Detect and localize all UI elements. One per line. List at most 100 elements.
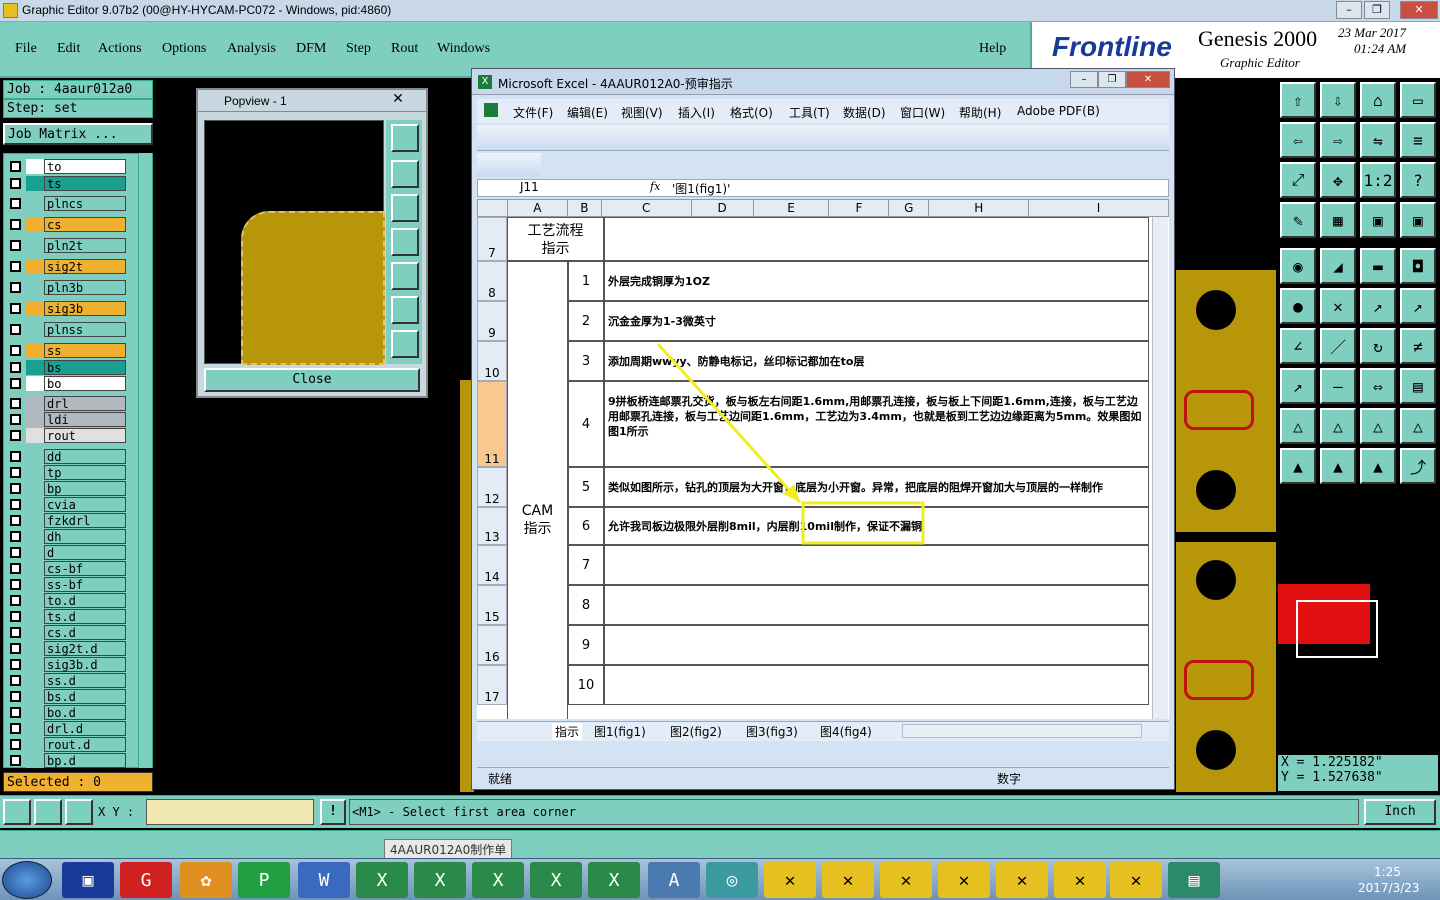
cell-c[interactable] (604, 585, 1149, 625)
layer-name[interactable]: drl.d (44, 721, 126, 736)
layer-name[interactable]: pln3b (44, 280, 126, 295)
layer-name[interactable]: ldi (44, 412, 126, 427)
layer-color-swatch[interactable] (26, 673, 44, 688)
layer-color-swatch[interactable] (26, 343, 44, 358)
layer-name[interactable]: plnss (44, 322, 126, 337)
layer-row[interactable]: tp (8, 465, 126, 480)
unit-button[interactable]: Inch (1364, 799, 1436, 825)
layer-row[interactable]: rout.d (8, 737, 126, 752)
layer-row[interactable]: plnss (8, 322, 126, 337)
layer-checkbox[interactable] (10, 198, 21, 209)
tool-button-icon[interactable]: ▭ (1400, 82, 1436, 118)
tool-button-icon[interactable]: ▤ (1400, 368, 1436, 404)
layer-checkbox[interactable] (10, 723, 21, 734)
layer-checkbox[interactable] (10, 675, 21, 686)
task-viewer-icon[interactable]: ◎ (706, 862, 758, 898)
layer-row[interactable]: cvia (8, 497, 126, 512)
layer-name[interactable]: cs-bf (44, 561, 126, 576)
layer-row[interactable]: sig2t.d (8, 641, 126, 656)
layer-checkbox[interactable] (10, 595, 21, 606)
layer-color-swatch[interactable] (26, 577, 44, 592)
layer-name[interactable]: ss (44, 343, 126, 358)
task-genesis-icon[interactable]: G (120, 862, 172, 898)
layer-name[interactable]: bo.d (44, 705, 126, 720)
layer-checkbox[interactable] (10, 345, 21, 356)
col-I[interactable]: I (1028, 199, 1169, 217)
layer-checkbox[interactable] (10, 563, 21, 574)
layer-color-swatch[interactable] (26, 513, 44, 528)
layer-row[interactable]: sig3b.d (8, 657, 126, 672)
layer-checkbox[interactable] (10, 547, 21, 558)
tool-button-icon[interactable]: ▬ (1360, 248, 1396, 284)
layer-color-swatch[interactable] (26, 217, 44, 232)
layer-color-swatch[interactable] (26, 561, 44, 576)
task-excel-3-icon[interactable]: X (472, 862, 524, 898)
task-excel-5-icon[interactable]: X (588, 862, 640, 898)
sheet-grid[interactable]: A B C D E F G H I 7 8 1 外层完成铜厚为1OZ 9 2 沉金金厚为1-… (477, 199, 1169, 719)
row-header[interactable]: 11 (477, 381, 507, 467)
excel-menu-edit[interactable]: 编辑(E) (567, 104, 608, 121)
excel-menu-format[interactable]: 格式(O) (730, 104, 773, 121)
tool-button-icon[interactable]: ↗ (1400, 288, 1436, 324)
layer-color-swatch[interactable] (26, 301, 44, 316)
tool-button-icon[interactable]: ◘ (1400, 248, 1436, 284)
layer-checkbox[interactable] (10, 161, 21, 172)
layer-checkbox[interactable] (10, 627, 21, 638)
layer-checkbox[interactable] (10, 282, 21, 293)
layer-color-swatch[interactable] (26, 196, 44, 211)
layer-name[interactable]: rout.d (44, 737, 126, 752)
layer-row[interactable]: fzkdrl (8, 513, 126, 528)
col-A[interactable]: A (506, 199, 568, 217)
layer-name[interactable]: sig2t.d (44, 641, 126, 656)
col-B[interactable]: B (566, 199, 602, 217)
layer-row[interactable]: bp (8, 481, 126, 496)
layer-name[interactable]: bp (44, 481, 126, 496)
cell-a-cam[interactable]: CAM指示 (507, 261, 568, 719)
layer-row[interactable]: ss.d (8, 673, 126, 688)
row-header[interactable]: 7 (477, 217, 507, 261)
layer-color-swatch[interactable] (26, 545, 44, 560)
layer-color-swatch[interactable] (26, 657, 44, 672)
layer-name[interactable]: sig3b.d (44, 657, 126, 672)
minimize-button[interactable]: – (1336, 1, 1362, 19)
tool-button-icon[interactable]: ≡ (1400, 122, 1436, 158)
cell-b[interactable]: 3 (568, 341, 604, 381)
tool-button-icon[interactable]: ✥ (1320, 162, 1356, 198)
task-excel-1-icon[interactable]: X (356, 862, 408, 898)
layer-color-swatch[interactable] (26, 238, 44, 253)
tool-button-icon[interactable]: ▣ (1400, 202, 1436, 238)
tool-button-icon[interactable]: ⤢ (1280, 162, 1316, 198)
layer-name[interactable]: ts.d (44, 609, 126, 624)
xy-input[interactable] (146, 799, 314, 825)
layer-name[interactable]: dh (44, 529, 126, 544)
menu-options[interactable]: Options (162, 41, 206, 57)
cell-b[interactable]: 2 (568, 301, 604, 341)
tool-button-icon[interactable]: ⇦ (1280, 122, 1316, 158)
tool-button-icon[interactable]: ↗ (1280, 368, 1316, 404)
measure-icon[interactable] (34, 799, 62, 825)
layer-color-swatch[interactable] (26, 481, 44, 496)
tool-button-icon[interactable]: △ (1360, 408, 1396, 444)
tool-button-icon[interactable]: ✎ (1280, 202, 1316, 238)
start-button[interactable] (2, 861, 52, 899)
task-save-icon[interactable]: ▣ (62, 862, 114, 898)
layer-checkbox[interactable] (10, 691, 21, 702)
layer-name[interactable]: bp.d (44, 753, 126, 768)
tool-button-icon[interactable]: ▲ (1280, 448, 1316, 484)
layer-color-swatch[interactable] (26, 259, 44, 274)
task-p-icon[interactable]: P (238, 862, 290, 898)
grid-icon[interactable] (65, 799, 93, 825)
excel-menu-tools[interactable]: 工具(T) (789, 104, 830, 121)
layer-row[interactable]: plncs (8, 196, 126, 211)
restore-button[interactable]: ❐ (1364, 1, 1390, 19)
layer-row[interactable]: sig2t (8, 259, 126, 274)
grid-vscroll[interactable] (1152, 217, 1168, 719)
layer-checkbox[interactable] (10, 611, 21, 622)
tool-button-icon[interactable]: ∠ (1280, 328, 1316, 364)
close-window-button[interactable]: ✕ (1400, 1, 1438, 19)
alert-icon[interactable]: ! (320, 799, 346, 825)
tool-button-icon[interactable]: ✕ (1320, 288, 1356, 324)
job-matrix-button[interactable]: Job Matrix ... (3, 123, 153, 145)
tool-button-icon[interactable]: ⇧ (1280, 82, 1316, 118)
cell-b[interactable]: 9 (568, 625, 604, 665)
